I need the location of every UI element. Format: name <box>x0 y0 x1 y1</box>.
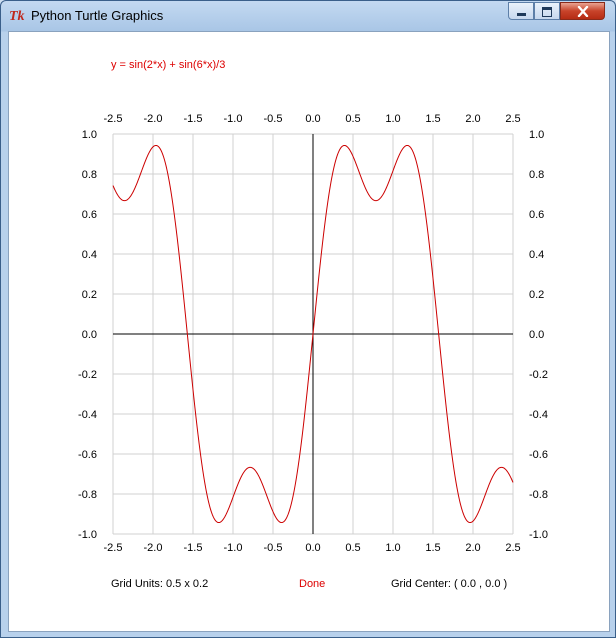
y-tick-label-left: 0.6 <box>82 209 97 221</box>
y-tick-label-right: 0.2 <box>529 289 544 301</box>
tk-feather-icon: Tk <box>9 9 25 23</box>
turtle-canvas[interactable]: -2.5 -2.5 -2.0 -2.0 -1.5 -1.5 -1.0 -1.0 -0.5 -0.5… <box>8 31 610 632</box>
x-tick-label-top: 0.5 <box>345 113 360 125</box>
x-tick-label-bottom: -1.5 <box>184 542 203 554</box>
maximize-icon <box>542 7 552 17</box>
x-tick-label-bottom: -2.0 <box>144 542 163 554</box>
y-tick-label-left: -0.8 <box>78 489 97 501</box>
close-button[interactable] <box>560 2 605 20</box>
graph-canvas: -2.5 -2.5 -2.0 -2.0 -1.5 -1.5 -1.0 -1.0 -0.5 -0.5… <box>78 59 548 590</box>
y-tick-label-left: 0.0 <box>82 329 97 341</box>
x-tick-label-top: -1.5 <box>184 113 203 125</box>
x-tick-label-bottom: -1.0 <box>224 542 243 554</box>
y-tick-label-right: -0.2 <box>529 369 548 381</box>
x-tick-label-bottom: 0.5 <box>345 542 360 554</box>
y-tick-label-left: 0.4 <box>82 249 97 261</box>
grid-units-label: Grid Units: 0.5 x 0.2 <box>111 578 208 590</box>
y-tick-label-left: -0.4 <box>78 409 97 421</box>
x-tick-label-top: -1.0 <box>224 113 243 125</box>
y-tick-label-left: -0.2 <box>78 369 97 381</box>
x-tick-label-bottom: 2.0 <box>465 542 480 554</box>
x-tick-label-top: 1.0 <box>385 113 400 125</box>
y-tick-label-right: 0.4 <box>529 249 544 261</box>
y-tick-label-right: 0.8 <box>529 169 544 181</box>
x-tick-label-top: -0.5 <box>264 113 283 125</box>
window-title: Python Turtle Graphics <box>31 8 164 23</box>
y-tick-label-left: -0.6 <box>78 449 97 461</box>
maximize-button[interactable] <box>534 2 560 20</box>
y-tick-label-left: 1.0 <box>82 129 97 141</box>
x-tick-label-top: 2.5 <box>505 113 520 125</box>
x-tick-label-top: 2.0 <box>465 113 480 125</box>
x-tick-label-bottom: 2.5 <box>505 542 520 554</box>
y-tick-label-right: -1.0 <box>529 529 548 541</box>
y-tick-label-right: -0.6 <box>529 449 548 461</box>
x-tick-label-top: -2.0 <box>144 113 163 125</box>
grid-center-label: Grid Center: ( 0.0 , 0.0 ) <box>391 578 507 590</box>
x-tick-label-bottom: 1.5 <box>425 542 440 554</box>
y-tick-label-right: -0.4 <box>529 409 548 421</box>
title-bar[interactable]: Tk Python Turtle Graphics <box>1 1 615 31</box>
y-tick-label-right: 0.6 <box>529 209 544 221</box>
minimize-button[interactable] <box>508 2 534 20</box>
y-tick-label-right: -0.8 <box>529 489 548 501</box>
x-tick-label-bottom: 1.0 <box>385 542 400 554</box>
x-tick-label-top: 0.0 <box>305 113 320 125</box>
y-tick-label-right: 1.0 <box>529 129 544 141</box>
y-tick-label-left: -1.0 <box>78 529 97 541</box>
done-label: Done <box>299 578 325 590</box>
svg-text:Tk: Tk <box>9 9 25 23</box>
minimize-icon <box>517 13 526 16</box>
y-tick-label-left: 0.2 <box>82 289 97 301</box>
x-tick-label-bottom: 0.0 <box>305 542 320 554</box>
x-tick-label-bottom: -0.5 <box>264 542 283 554</box>
y-tick-label-left: 0.8 <box>82 169 97 181</box>
x-tick-label-top: -2.5 <box>104 113 123 125</box>
x-tick-label-top: 1.5 <box>425 113 440 125</box>
turtle-window: Tk Python Turtle Graphics -2.5 -2.5 -2.0 -2… <box>0 0 616 638</box>
equation-label: y = sin(2*x) + sin(6*x)/3 <box>111 59 225 71</box>
close-icon <box>577 6 589 17</box>
y-tick-label-right: 0.0 <box>529 329 544 341</box>
x-tick-label-bottom: -2.5 <box>104 542 123 554</box>
